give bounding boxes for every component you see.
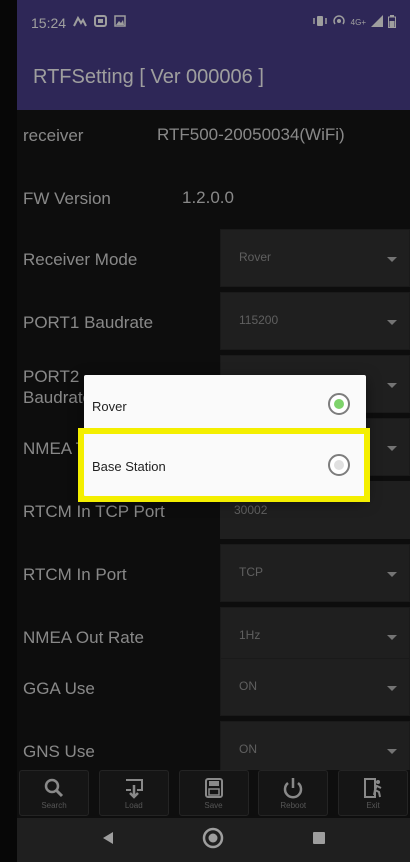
- chevron-down-icon: [387, 572, 397, 577]
- navigation-bar: [17, 818, 410, 862]
- load-button[interactable]: Load: [98, 770, 169, 816]
- receiver-mode-dialog: Rover Base Station: [84, 375, 366, 497]
- gns-use-row: GNS Use ON: [17, 721, 410, 770]
- rtcm-in-port-label: RTCM In Port: [23, 565, 127, 584]
- port1-baudrate-label: PORT1 Baudrate: [23, 313, 154, 332]
- option-base-station-label: Base Station: [92, 459, 166, 474]
- notification-icon: [73, 15, 87, 30]
- power-icon: [284, 777, 303, 798]
- port1-baudrate-value: 115200: [239, 313, 279, 327]
- message-icon: [94, 15, 108, 30]
- gga-use-dropdown[interactable]: ON: [220, 658, 410, 716]
- option-rover[interactable]: Rover: [84, 377, 366, 433]
- fw-version-label: FW Version: [23, 189, 111, 208]
- search-icon: [44, 778, 64, 797]
- receiver-mode-value: Rover: [239, 250, 272, 264]
- network-type: 4G+: [350, 18, 366, 27]
- nmea-out-rate-dropdown[interactable]: 1Hz: [220, 607, 410, 665]
- reboot-label: Reboot: [280, 800, 307, 810]
- rover-radio[interactable]: [328, 393, 350, 415]
- fw-version-row: FW Version 1.2.0.0: [17, 170, 410, 220]
- search-label: Search: [41, 800, 67, 810]
- nmea-out-rate-value: 1Hz: [239, 628, 261, 642]
- gga-use-row: GGA Use ON: [17, 658, 410, 716]
- app-title: RTFSetting [ Ver 000006 ]: [33, 66, 264, 89]
- option-base-station[interactable]: Base Station: [84, 437, 366, 493]
- receiver-label: receiver: [23, 126, 84, 145]
- home-button[interactable]: [202, 827, 224, 854]
- rtcm-tcp-port-value: 30002: [234, 503, 268, 517]
- nmea-out-rate-row: NMEA Out Rate 1Hz: [17, 607, 410, 665]
- recents-button[interactable]: [312, 831, 326, 850]
- rtcm-tcp-port-label: RTCM In TCP Port: [23, 502, 165, 521]
- fw-version-value: 1.2.0.0: [182, 188, 234, 207]
- hotspot-icon: [332, 15, 346, 30]
- bottom-toolbar: Search Load Save Reboot Exit: [17, 770, 410, 818]
- chevron-down-icon: [387, 383, 397, 388]
- chevron-down-icon: [387, 686, 397, 691]
- save-button[interactable]: Save: [178, 770, 249, 816]
- receiver-mode-row: Receiver Mode Rover: [17, 229, 410, 287]
- app-version: [ Ver 000006 ]: [139, 66, 264, 88]
- back-icon: [102, 831, 113, 844]
- rtcm-in-port-dropdown[interactable]: TCP: [220, 544, 410, 602]
- chevron-down-icon: [387, 446, 397, 451]
- port1-baudrate-row: PORT1 Baudrate 115200: [17, 292, 410, 350]
- base-station-radio[interactable]: [328, 454, 350, 476]
- status-time: 15:24: [31, 14, 67, 31]
- save-label: Save: [204, 800, 223, 810]
- screen: 15:24 4G+ RTFSetting [Ver 000006] rece…: [0, 0, 410, 862]
- save-icon: [204, 777, 223, 798]
- gns-use-dropdown[interactable]: ON: [220, 721, 410, 770]
- receiver-row: receiver RTF500-20050034(WiFi): [17, 110, 410, 160]
- app-name: RTFSetting: [33, 66, 134, 88]
- nmea-out-rate-label: NMEA Out Rate: [23, 628, 144, 647]
- option-rover-label: Rover: [92, 399, 127, 414]
- receiver-value: RTF500-20050034(WiFi): [157, 125, 345, 144]
- rtcm-in-port-value: TCP: [239, 565, 263, 579]
- chevron-down-icon: [387, 749, 397, 754]
- gga-use-label: GGA Use: [23, 679, 95, 698]
- signal-icon: [371, 15, 383, 30]
- image-icon: [114, 15, 126, 30]
- recents-icon: [313, 831, 326, 844]
- vibrate-icon: [312, 15, 327, 30]
- exit-icon: [364, 777, 382, 798]
- status-bar: 15:24 4G+: [17, 0, 410, 45]
- chevron-down-icon: [387, 635, 397, 640]
- radio-unselected-dot: [334, 460, 344, 470]
- gga-use-value: ON: [239, 679, 257, 693]
- chevron-down-icon: [387, 320, 397, 325]
- reboot-button[interactable]: Reboot: [258, 770, 329, 816]
- nmea-label: NMEA T: [23, 439, 86, 458]
- title-bar: RTFSetting [ Ver 000006 ]: [17, 45, 410, 110]
- battery-icon: [388, 14, 396, 31]
- exit-label: Exit: [366, 800, 380, 810]
- load-icon: [125, 778, 143, 799]
- load-label: Load: [124, 800, 143, 810]
- exit-button[interactable]: Exit: [338, 770, 408, 816]
- receiver-mode-dropdown[interactable]: Rover: [220, 229, 410, 287]
- port1-baudrate-dropdown[interactable]: 115200: [220, 292, 410, 350]
- radio-selected-dot: [334, 399, 344, 409]
- status-icons: 4G+: [312, 14, 396, 31]
- gns-use-label: GNS Use: [23, 742, 95, 761]
- gns-use-value: ON: [239, 742, 257, 756]
- port2-baudrate-label: PORT2 Baudrate: [23, 367, 92, 407]
- search-button[interactable]: Search: [19, 770, 89, 816]
- back-button[interactable]: [101, 831, 115, 850]
- rtcm-in-port-row: RTCM In Port TCP: [17, 544, 410, 602]
- receiver-mode-label: Receiver Mode: [23, 250, 138, 269]
- home-icon: [203, 827, 224, 848]
- chevron-down-icon: [387, 257, 397, 262]
